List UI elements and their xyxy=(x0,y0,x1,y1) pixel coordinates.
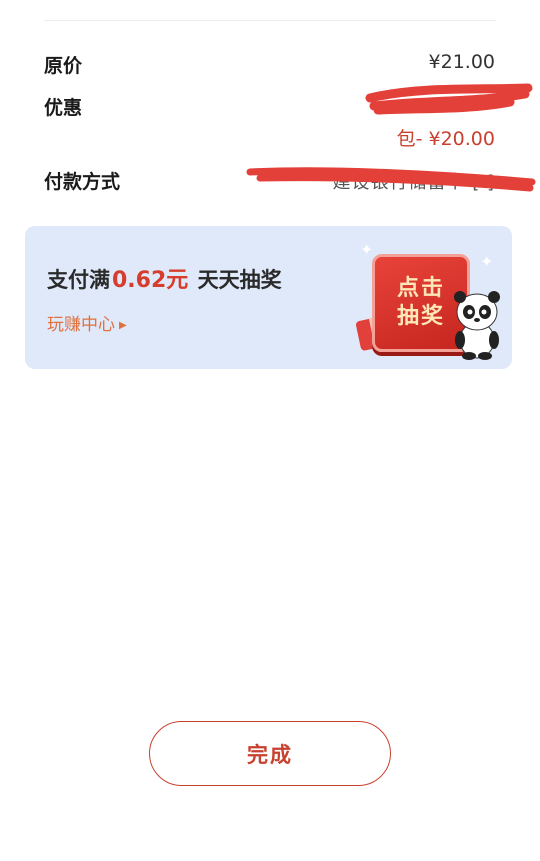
sparkle-icon: ✦ xyxy=(360,240,374,259)
play-earn-center-link[interactable]: 玩赚中心 ▶ xyxy=(47,310,127,335)
promo-title: 支付满0.62元 天天抽奖 xyxy=(47,262,282,294)
payment-method-label: 付款方式 xyxy=(44,171,121,193)
play-earn-center-label: 玩赚中心 xyxy=(47,315,115,335)
draw-button-line1: 点击 xyxy=(396,276,445,301)
top-divider xyxy=(44,20,496,21)
draw-button-line2: 抽奖 xyxy=(396,304,445,329)
triangle-right-icon: ▶ xyxy=(119,320,127,331)
promo-title-suffix: 天天抽奖 xyxy=(190,268,282,292)
payment-result-page: 原价 ¥21.00 优惠 包- ¥20.00 付款方式 建设银行储蓄卡 [ ] … xyxy=(0,0,540,861)
redaction-scribble xyxy=(365,83,533,115)
sparkle-icon: ✦ xyxy=(480,252,494,271)
promo-title-prefix: 支付满 xyxy=(47,268,110,292)
discount-value-line2: 包- ¥20.00 xyxy=(396,128,495,150)
original-price-label: 原价 xyxy=(44,55,83,77)
payment-method-value: 建设银行储蓄卡 [ ] xyxy=(332,172,495,193)
done-button[interactable]: 完成 xyxy=(149,721,391,786)
discount-label: 优惠 xyxy=(44,97,83,119)
lottery-promo-card[interactable]: 支付满0.62元 天天抽奖 玩赚中心 ▶ ✦ ✦ 点击 抽奖 xyxy=(25,226,512,369)
promo-amount: 0.62元 xyxy=(112,268,189,293)
panda-mascot-icon xyxy=(454,291,500,360)
original-price-value: ¥21.00 xyxy=(428,51,495,73)
